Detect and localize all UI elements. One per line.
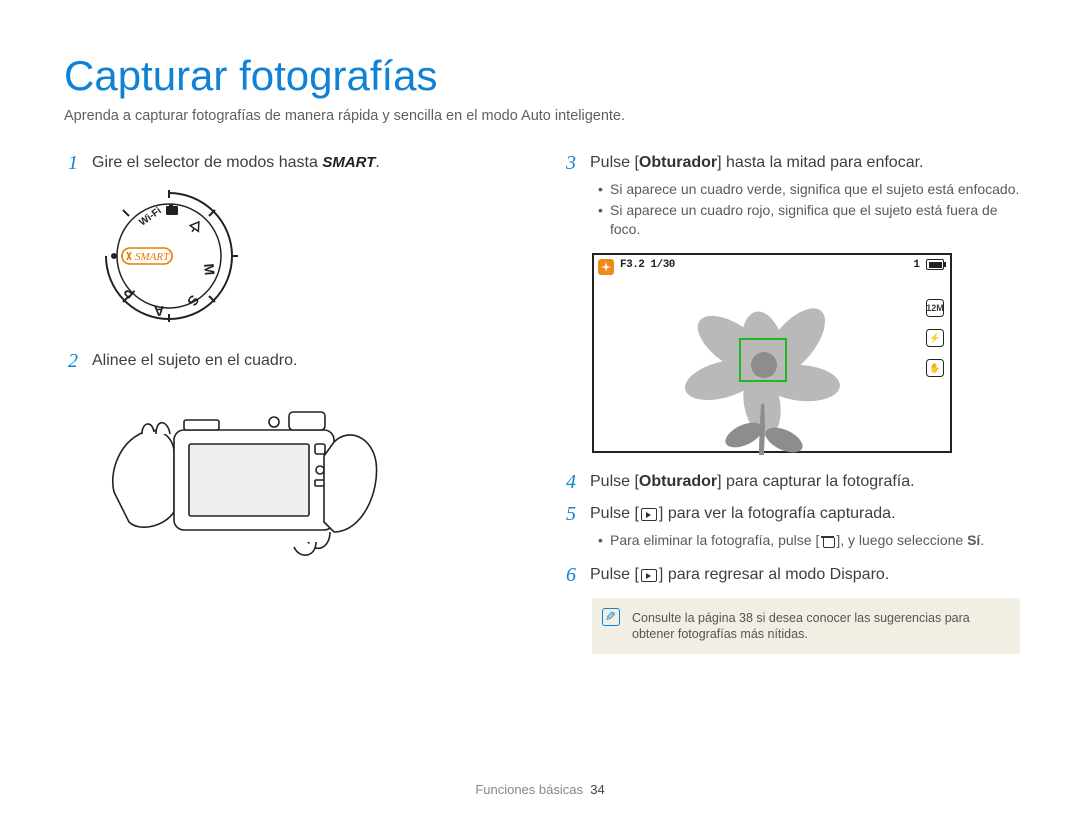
step5-bullets: Para eliminar la fotografía, pulse [ ], y… (598, 531, 1020, 550)
step6-a: Pulse [ (590, 566, 639, 583)
battery-icon (926, 259, 944, 270)
step-4: 4 Pulse [Obturador] para capturar la fot… (562, 471, 1020, 493)
macro-icon (598, 259, 614, 275)
focus-box-green (739, 338, 787, 382)
footer-page-number: 34 (590, 782, 604, 797)
smart-mode-label: SMART (322, 152, 375, 174)
lcd-preview-illustration: F3.2 1/30 1 12M ⚡ ✋ (592, 253, 1020, 453)
step6-b: ] para regresar al modo Disparo. (659, 566, 889, 583)
step3-bullets: Si aparece un cuadro verde, significa qu… (598, 180, 1020, 239)
exposure-readout: F3.2 1/30 (620, 259, 675, 271)
note-text: Consulte la página 38 si desea conocer l… (632, 611, 970, 641)
stabilizer-icon: ✋ (926, 359, 944, 377)
lcd-side-icons: 12M ⚡ ✋ (926, 299, 944, 377)
bul5-bold: Sí (967, 532, 980, 548)
dial-a: A (154, 303, 165, 319)
step-1: 1 Gire el selector de modos hasta SMART. (64, 152, 522, 174)
step-6: 6 Pulse [ ] para regresar al modo Disparo… (562, 564, 1020, 586)
step-text: Pulse [Obturador] hasta la mitad para en… (590, 152, 923, 174)
shot-count: 1 (913, 259, 920, 271)
bul5-b: ], y luego seleccione (836, 532, 967, 548)
mode-dial-illustration: Wi-Fi M S A P SMART (94, 186, 522, 326)
trash-icon (821, 535, 834, 548)
flash-off-icon: ⚡ (926, 329, 944, 347)
hands-camera-icon (94, 382, 394, 562)
step4-b: ] para capturar la fotografía. (717, 473, 914, 490)
note-box: Consulte la página 38 si desea conocer l… (592, 598, 1020, 654)
step-number: 4 (562, 471, 580, 493)
content-columns: 1 Gire el selector de modos hasta SMART. (64, 152, 1020, 654)
step3-a: Pulse [ (590, 154, 639, 171)
intro-text: Aprenda a capturar fotografías de manera… (64, 108, 1020, 124)
playback-icon (641, 569, 657, 582)
page-title: Capturar fotografías (64, 52, 1020, 100)
bullet-red-outfocus: Si aparece un cuadro rojo, significa que… (598, 201, 1020, 239)
dial-smart: SMART (135, 251, 170, 263)
step5-b: ] para ver la fotografía capturada. (659, 505, 896, 522)
step-number: 1 (64, 152, 82, 174)
step4-a: Pulse [ (590, 473, 639, 490)
bullet-delete: Para eliminar la fotografía, pulse [ ], y… (598, 531, 1020, 550)
step-text: Alinee el sujeto en el cuadro. (92, 350, 297, 372)
column-left: 1 Gire el selector de modos hasta SMART. (64, 152, 522, 654)
step3-b: ] hasta la mitad para enfocar. (717, 154, 923, 171)
column-right: 3 Pulse [Obturador] hasta la mitad para … (562, 152, 1020, 654)
step-text: Pulse [ ] para regresar al modo Disparo. (590, 564, 889, 586)
playback-icon (641, 508, 657, 521)
mode-dial-icon: Wi-Fi M S A P SMART (94, 186, 244, 326)
resolution-icon: 12M (926, 299, 944, 317)
step-number: 2 (64, 350, 82, 372)
step-3: 3 Pulse [Obturador] hasta la mitad para … (562, 152, 1020, 174)
bul5-c: . (980, 532, 984, 548)
bul5-a: Para eliminar la fotografía, pulse [ (610, 532, 819, 548)
step5-a: Pulse [ (590, 505, 639, 522)
dial-m: M (201, 263, 218, 276)
step-2: 2 Alinee el sujeto en el cuadro. (64, 350, 522, 372)
step-number: 6 (562, 564, 580, 586)
note-icon (602, 608, 620, 626)
step-text: Pulse [ ] para ver la fotografía capturad… (590, 503, 896, 525)
step-number: 3 (562, 152, 580, 174)
step1-text-b: . (375, 154, 379, 171)
footer-section: Funciones básicas (475, 782, 583, 797)
step-5: 5 Pulse [ ] para ver la fotografía captur… (562, 503, 1020, 525)
step-text: Gire el selector de modos hasta SMART. (92, 152, 380, 174)
step1-text-a: Gire el selector de modos hasta (92, 154, 322, 171)
hands-holding-camera-illustration (94, 382, 522, 562)
bullet-green-focus: Si aparece un cuadro verde, significa qu… (598, 180, 1020, 199)
step-number: 5 (562, 503, 580, 525)
page-footer: Funciones básicas 34 (0, 782, 1080, 797)
camera-lcd: F3.2 1/30 1 12M ⚡ ✋ (592, 253, 952, 453)
step4-bold: Obturador (639, 473, 717, 490)
step-text: Pulse [Obturador] para capturar la fotog… (590, 471, 915, 493)
step3-bold: Obturador (639, 154, 717, 171)
manual-page: Capturar fotografías Aprenda a capturar … (0, 0, 1080, 815)
